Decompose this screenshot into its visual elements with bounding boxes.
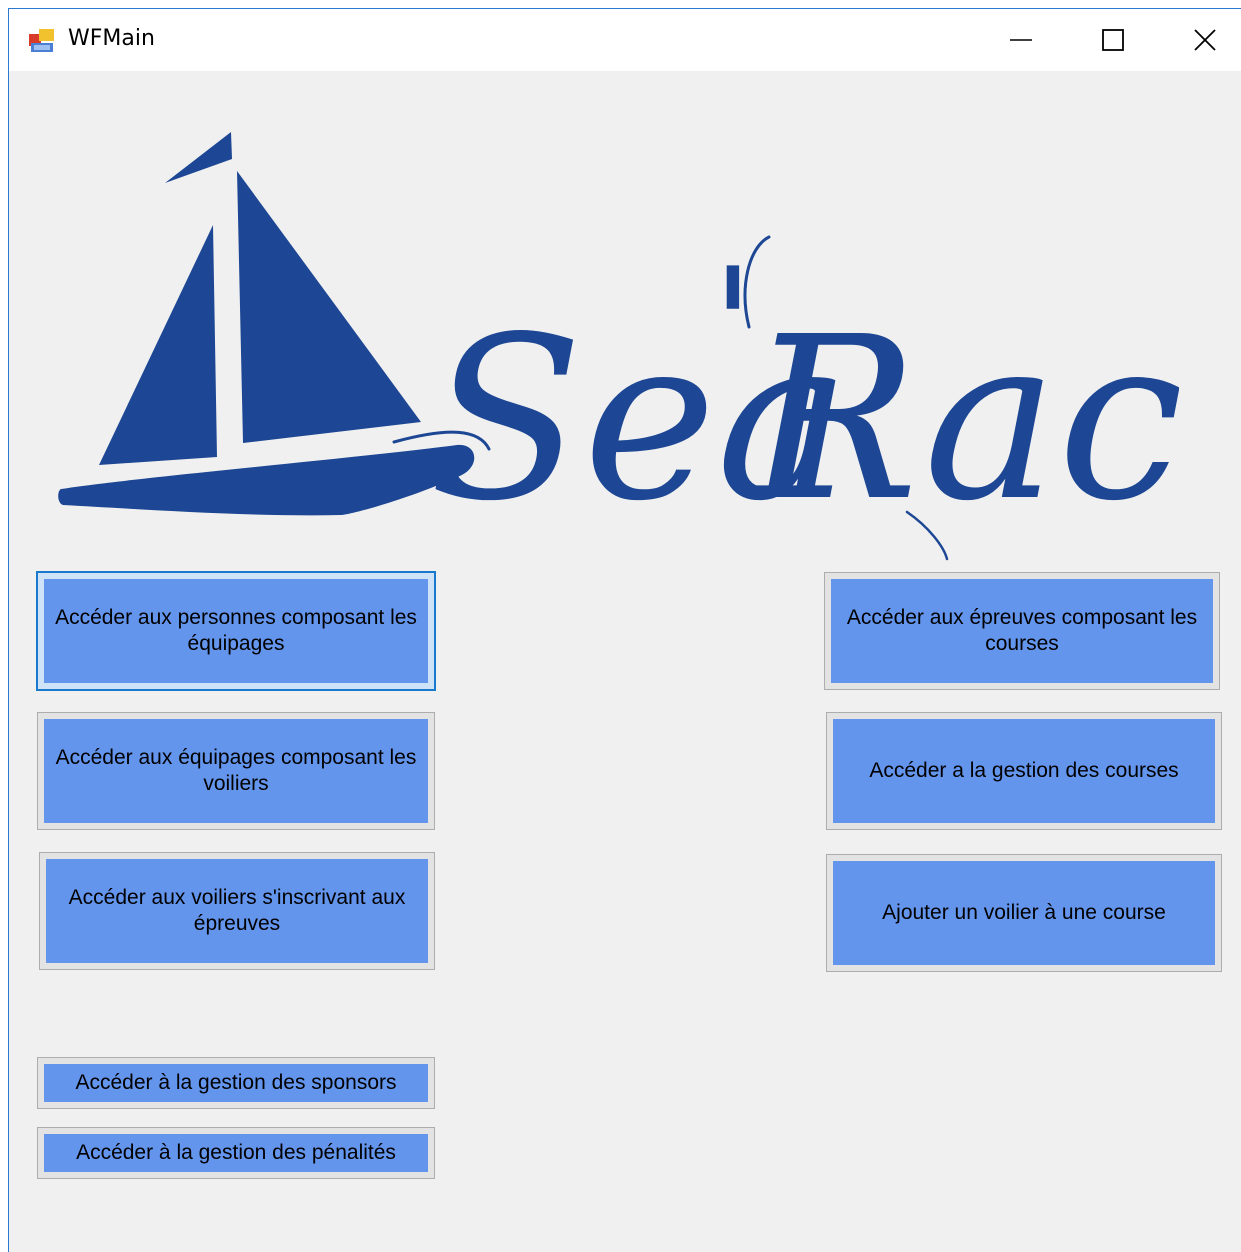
minimize-icon <box>1010 39 1032 41</box>
personnes-button[interactable]: Accéder aux personnes composant les équi… <box>36 571 436 691</box>
maximize-icon <box>1102 29 1124 51</box>
sea-race-logo: Sea ' Race <box>58 132 1179 561</box>
courses-button[interactable]: Accéder a la gestion des courses <box>826 712 1222 830</box>
close-icon <box>1194 29 1216 51</box>
logo-text-race: Race <box>745 289 1179 551</box>
penalites-button[interactable]: Accéder à la gestion des pénalités <box>37 1127 435 1179</box>
equipages-button[interactable]: Accéder aux équipages composant les voil… <box>37 712 435 830</box>
minimize-button[interactable] <box>975 9 1067 71</box>
close-button[interactable] <box>1159 9 1241 71</box>
title-bar[interactable]: WFMain <box>9 9 1241 71</box>
ajouter-voilier-button[interactable]: Ajouter un voilier à une course <box>826 854 1222 972</box>
app-icon <box>29 29 54 52</box>
window-title: WFMain <box>68 26 155 51</box>
sponsors-button[interactable]: Accéder à la gestion des sponsors <box>37 1057 435 1109</box>
sailboat-icon <box>58 132 475 516</box>
maximize-button[interactable] <box>1067 9 1159 71</box>
epreuves-button[interactable]: Accéder aux épreuves composant les cours… <box>824 572 1220 690</box>
main-window: WFMain Sea ' Rac Accéder aux personnes c… <box>8 8 1241 1252</box>
voiliers-button[interactable]: Accéder aux voiliers s'inscrivant aux ép… <box>39 852 435 970</box>
